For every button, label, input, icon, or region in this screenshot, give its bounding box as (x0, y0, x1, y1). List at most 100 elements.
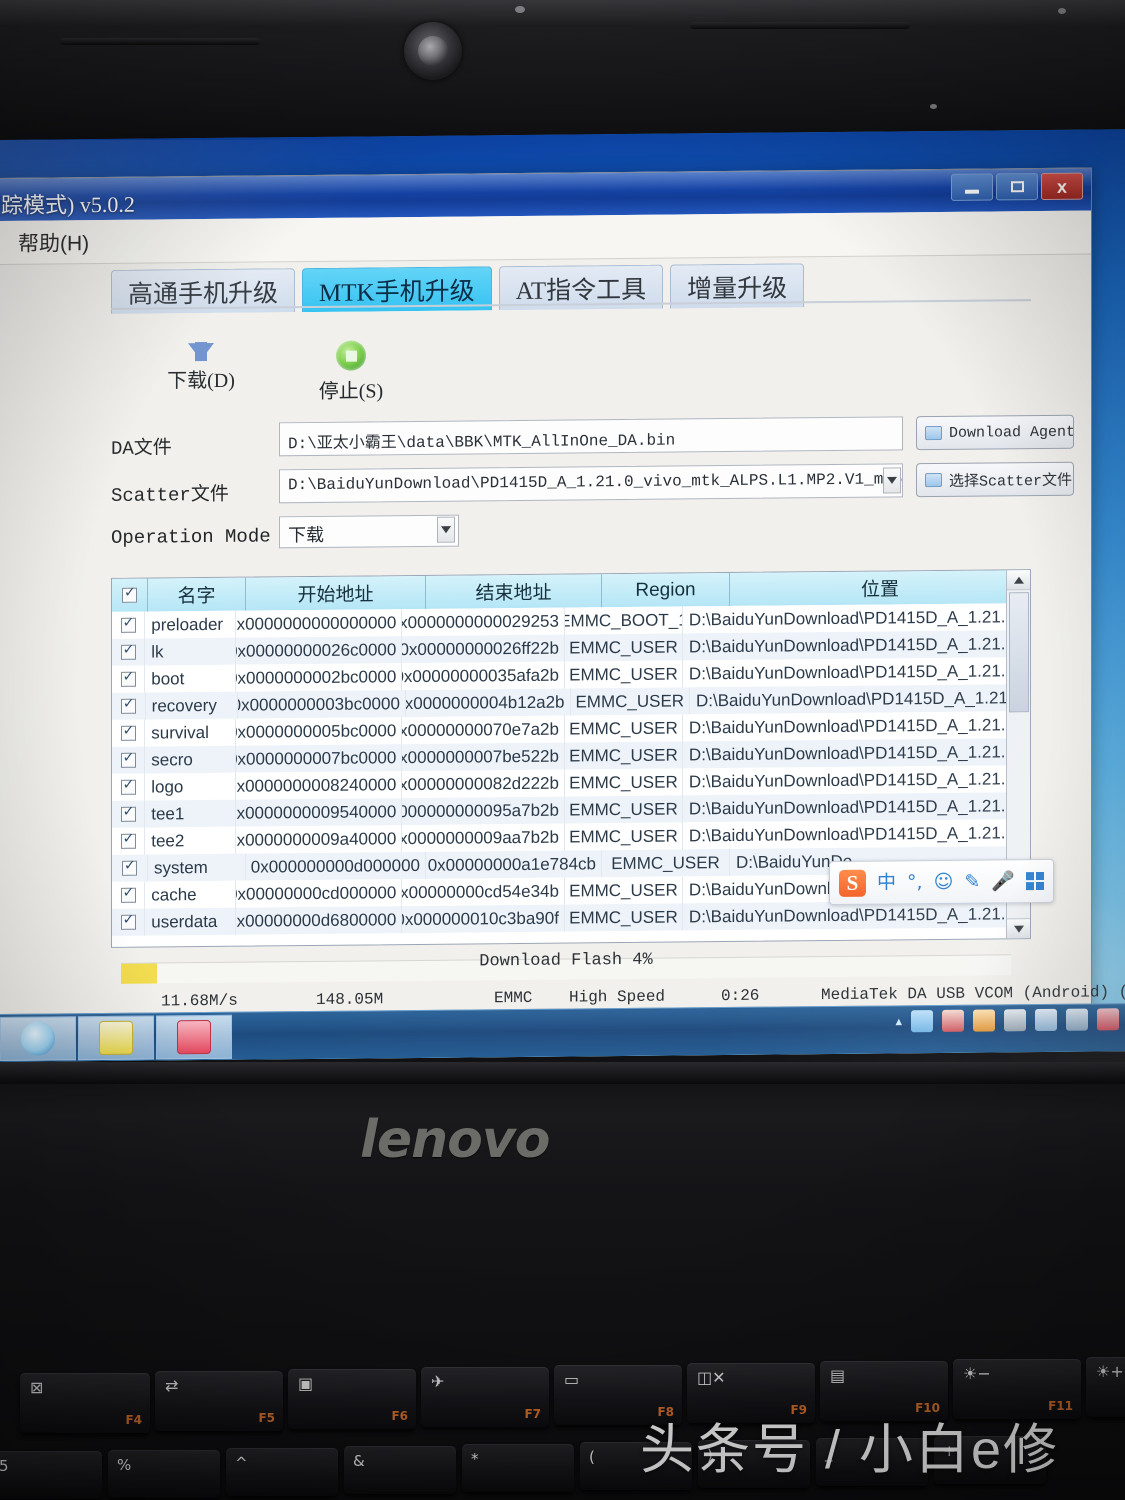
tray-icon-volume[interactable] (1035, 1008, 1057, 1032)
key-f12[interactable]: ☀+F12 (1086, 1357, 1125, 1417)
watermark: 头条号 / 小白e修 (640, 1420, 1060, 1480)
row-checkbox-cell[interactable] (112, 611, 146, 639)
row-checkbox[interactable] (120, 617, 136, 633)
row-checkbox[interactable] (120, 914, 136, 930)
row-checkbox-cell[interactable] (112, 800, 146, 828)
scatter-dropdown-arrow-icon[interactable] (883, 467, 901, 494)
table-header-name[interactable]: 名字 (148, 577, 246, 612)
taskbar-item-toolbox[interactable] (156, 1014, 232, 1060)
taskbar-item-browser[interactable] (0, 1015, 76, 1061)
ime-pen-icon[interactable]: ✎ (964, 870, 980, 892)
cell-end: 0x00000000070e7a2b (402, 715, 565, 745)
folder-icon (925, 472, 942, 488)
ime-punctuation-icon[interactable]: °, (907, 871, 923, 893)
download-agent-button[interactable]: Download Agent (916, 414, 1074, 451)
select-all-checkbox[interactable] (122, 587, 137, 603)
row-checkbox[interactable] (120, 644, 136, 660)
table-header-region[interactable]: Region (602, 572, 730, 608)
key-row2-1[interactable]: 5 (0, 1451, 102, 1499)
stop-button[interactable]: 停止(S) (291, 337, 411, 404)
key-row2-4[interactable]: & (344, 1446, 456, 1494)
maximize-button[interactable] (996, 173, 1038, 201)
file-fields[interactable]: DA文件 D:\亚太小霸王\data\BBK\MTK_AllInOne_DA.b… (111, 414, 1074, 565)
download-button[interactable]: 下载(D) (141, 342, 261, 393)
status-mode: High Speed (569, 987, 666, 1007)
row-checkbox[interactable] (120, 806, 136, 822)
row-checkbox[interactable] (120, 671, 136, 687)
cell-end: 0x00000000a1e784cb (426, 850, 602, 879)
windows-taskbar[interactable]: ▴ (0, 1003, 1125, 1062)
download-agent-label: Download Agent (949, 423, 1074, 442)
scatter-file-input[interactable]: D:\BaiduYunDownload\PD1415D_A_1.21.0_viv… (279, 463, 903, 504)
window-controls[interactable]: x (951, 172, 1083, 201)
cell-location: D:\BaiduYunDownload\PD1415D_A_1.21.0_viv… (682, 738, 1030, 769)
minimize-button[interactable] (951, 173, 993, 201)
scrollbar-thumb[interactable] (1009, 592, 1029, 713)
close-button[interactable]: x (1041, 172, 1083, 201)
row-checkbox-cell[interactable] (112, 638, 146, 666)
sogou-ime-toolbar[interactable]: S 中 °, ☺ ✎ 🎤 (829, 858, 1054, 906)
row-checkbox[interactable] (120, 833, 136, 849)
key-row2-2[interactable]: % (108, 1450, 220, 1498)
ime-apps-grid-icon[interactable] (1025, 871, 1044, 891)
row-checkbox[interactable] (120, 752, 136, 768)
tray-expand-arrow-icon[interactable]: ▴ (895, 1013, 902, 1029)
tray-icon-action-center[interactable] (1097, 1008, 1119, 1031)
system-tray[interactable]: ▴ (895, 1008, 1119, 1033)
ime-chinese-mode-icon[interactable]: 中 (877, 871, 896, 893)
scroll-up-arrow-icon[interactable] (1007, 570, 1030, 591)
row-checkbox-cell[interactable] (112, 827, 146, 855)
cell-name: tee1 (145, 799, 237, 828)
row-checkbox-cell[interactable] (112, 773, 146, 801)
table-header-end[interactable]: 结束地址 (426, 574, 602, 609)
key-f5-glyph-icon: ⇄ (165, 1376, 179, 1395)
key-f4[interactable]: ⊠ F4 (20, 1373, 150, 1433)
choose-scatter-label: 选择Scatter文件 (949, 472, 1073, 491)
tray-icon-window[interactable] (911, 1010, 933, 1033)
row-checkbox-cell[interactable] (112, 881, 146, 909)
key-f6[interactable]: ▣ F6 (288, 1369, 416, 1429)
row-checkbox[interactable] (120, 725, 136, 741)
scroll-down-arrow-icon[interactable] (1007, 918, 1030, 939)
table-header-location[interactable]: 位置 (730, 570, 1030, 606)
cell-location: D:\BaiduYunDownload\PD1415D_A_1.21.0_viv… (682, 711, 1030, 742)
row-checkbox-cell[interactable] (112, 665, 146, 693)
key-row2-3[interactable]: ^ (226, 1448, 338, 1496)
action-toolbar[interactable]: 下载(D) 停止(S) (111, 321, 611, 406)
row-checkbox[interactable] (120, 887, 136, 903)
cell-start: 0x00000000026c0000 (236, 636, 403, 665)
row-checkbox-cell[interactable] (112, 908, 146, 936)
tray-icon-user[interactable] (942, 1009, 964, 1032)
table-header-checkbox-cell[interactable] (112, 578, 148, 612)
ime-microphone-icon[interactable]: 🎤 (991, 870, 1015, 892)
toolbox-icon (177, 1019, 211, 1054)
cell-region: EMMC_USER (564, 795, 683, 824)
row-checkbox[interactable] (122, 860, 137, 876)
key-row2-5[interactable]: * (462, 1444, 574, 1492)
operation-mode-dropdown-arrow-icon[interactable] (437, 516, 455, 543)
row-checkbox[interactable] (120, 698, 136, 714)
key-f7[interactable]: ✈ F7 (421, 1367, 549, 1427)
sogou-logo-icon[interactable]: S (839, 869, 866, 897)
row-checkbox[interactable] (120, 779, 136, 795)
ime-emoji-icon[interactable]: ☺ (934, 870, 954, 892)
tray-icon-network[interactable] (1066, 1008, 1088, 1031)
cell-region: EMMC_USER (564, 741, 683, 770)
key-f5[interactable]: ⇄ F5 (155, 1371, 283, 1431)
operation-mode-select[interactable]: 下载 (279, 514, 459, 549)
da-file-input[interactable]: D:\亚太小霸王\data\BBK\MTK_AllInOne_DA.bin (279, 416, 903, 457)
cell-region: EMMC_USER (602, 848, 730, 878)
row-checkbox-cell[interactable] (112, 692, 146, 720)
menu-item-help[interactable]: 帮助(H) (18, 227, 89, 258)
taskbar-item-app-yellow[interactable] (78, 1015, 154, 1060)
tray-icon-usb[interactable] (1004, 1009, 1026, 1032)
table-header-start[interactable]: 开始地址 (246, 575, 426, 611)
cell-end: 0x0000000004b12a2b (405, 688, 571, 718)
sp-flash-tool-window[interactable]: 跟踪模式) v5.0.2 x ） 帮助(H) 高通手机升级 MTK手机升级 AT… (0, 167, 1125, 1017)
row-checkbox-cell[interactable] (112, 746, 146, 774)
tray-icon-app[interactable] (973, 1009, 995, 1032)
choose-scatter-file-button[interactable]: 选择Scatter文件 (916, 461, 1074, 498)
tab-strip[interactable]: 高通手机升级 MTK手机升级 AT指令工具 增量升级 (0, 255, 1091, 316)
row-checkbox-cell[interactable] (112, 719, 146, 747)
row-checkbox-cell[interactable] (112, 854, 148, 882)
